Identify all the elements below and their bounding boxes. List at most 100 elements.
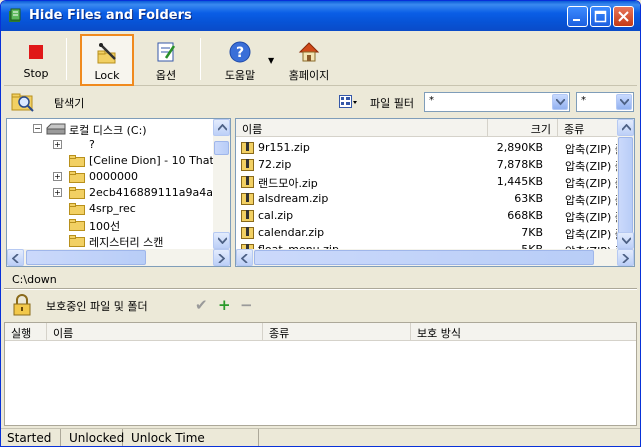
- expand-icon[interactable]: +: [53, 172, 62, 181]
- lock-icon: [13, 294, 31, 316]
- files-vertical-scrollbar[interactable]: [617, 119, 634, 249]
- file-size: 1,445KB: [496, 175, 543, 188]
- app-window: Hide Files and Folders Stop Lock 옵션 ? 도움…: [0, 0, 641, 447]
- current-path-text: C:\down: [12, 273, 57, 286]
- column-header-run[interactable]: 실행: [5, 323, 47, 341]
- zip-folder-icon: [241, 210, 254, 222]
- folder-icon: [69, 187, 85, 199]
- file-row[interactable]: cal.zip 668KB 압축(ZIP) 폴: [236, 207, 625, 224]
- chevron-down-icon[interactable]: [552, 94, 568, 110]
- zip-folder-icon: [241, 142, 254, 154]
- file-name: 72.zip: [258, 158, 292, 171]
- lock-label: Lock: [94, 69, 120, 82]
- tree-item-label: [Celine Dion] - 10 That: [89, 154, 214, 167]
- scroll-thumb[interactable]: [214, 141, 229, 155]
- file-type: 압축(ZIP) 폴: [565, 194, 625, 207]
- help-button[interactable]: ? 도움말: [212, 34, 268, 86]
- scroll-up-icon[interactable]: [213, 119, 230, 136]
- column-header-size[interactable]: 크기: [488, 119, 558, 137]
- scroll-thumb[interactable]: [618, 137, 633, 235]
- tree-item-label: ?: [89, 138, 95, 151]
- file-name: alsdream.zip: [258, 192, 329, 205]
- status-time: Unlock Time 00:01:01: [125, 429, 259, 446]
- tree-vertical-scrollbar[interactable]: [213, 119, 230, 249]
- stop-button[interactable]: Stop: [12, 34, 60, 86]
- column-header-type[interactable]: 종류: [263, 323, 411, 341]
- expand-icon[interactable]: +: [53, 140, 62, 149]
- check-icon[interactable]: ✔: [195, 296, 208, 314]
- collapse-icon[interactable]: −: [33, 124, 42, 133]
- tree-horizontal-scrollbar[interactable]: [7, 249, 230, 266]
- homepage-button[interactable]: 홈페이지: [280, 34, 338, 86]
- explorer-label: 탐색기: [54, 97, 85, 110]
- column-header-method[interactable]: 보호 방식: [411, 323, 636, 341]
- expand-icon[interactable]: +: [53, 188, 62, 197]
- title-bar[interactable]: Hide Files and Folders: [1, 1, 640, 31]
- toolbar: Stop Lock 옵션 ? 도움말 ▼ 홈페이지: [4, 32, 637, 86]
- file-filter-select[interactable]: *: [424, 92, 570, 112]
- file-size: 668KB: [507, 209, 543, 222]
- remove-icon[interactable]: −: [240, 296, 253, 314]
- toolbar-separator: [200, 38, 201, 80]
- tree-item-label: 2ecb416889111a9a4a92: [89, 186, 227, 199]
- file-list[interactable]: 이름 크기 종류 9r151.zip 2,890KB 압축(ZIP) 폴 72.…: [235, 118, 635, 267]
- column-header-name[interactable]: 이름: [47, 323, 263, 341]
- tree-item-label: 로컬 디스크 (C:): [69, 124, 147, 137]
- file-type: 압축(ZIP) 폴: [565, 143, 625, 156]
- help-dropdown-arrow-icon[interactable]: ▼: [268, 56, 274, 65]
- column-header-type[interactable]: 종류: [558, 119, 620, 137]
- zip-folder-icon: [241, 227, 254, 239]
- scroll-left-icon[interactable]: [7, 249, 24, 266]
- file-type: 압축(ZIP) 폴: [565, 160, 625, 173]
- view-mode-icon[interactable]: [339, 95, 357, 109]
- file-row[interactable]: 9r151.zip 2,890KB 압축(ZIP) 폴: [236, 139, 625, 156]
- status-lock: Unlocked: [63, 429, 124, 446]
- tree-item-label: 4srp_rec: [89, 202, 136, 215]
- scroll-down-icon[interactable]: [213, 232, 230, 249]
- scroll-up-icon[interactable]: [617, 119, 634, 136]
- column-name-label: 이름: [53, 327, 74, 340]
- scroll-right-icon[interactable]: [617, 249, 634, 266]
- file-filter-select-2[interactable]: *: [576, 92, 634, 112]
- close-button[interactable]: [613, 6, 634, 27]
- status-time-text: Unlock Time 00:01:01: [131, 431, 205, 446]
- file-name: 랜드모아.zip: [258, 177, 318, 190]
- tree-item-label: 0000000: [89, 170, 138, 183]
- scroll-thumb[interactable]: [254, 250, 594, 265]
- file-size: 7KB: [521, 226, 543, 239]
- add-icon[interactable]: +: [218, 296, 231, 314]
- close-icon: [618, 11, 629, 22]
- svg-text:?: ?: [236, 45, 244, 61]
- options-label: 옵션: [155, 69, 177, 82]
- column-type-label: 종류: [269, 327, 290, 340]
- files-horizontal-scrollbar[interactable]: [236, 249, 634, 266]
- chevron-down-icon[interactable]: [616, 94, 632, 110]
- folder-icon: [69, 155, 85, 167]
- status-bar: Started Unlocked Unlock Time 00:01:01: [1, 428, 640, 446]
- lock-button[interactable]: Lock: [80, 34, 134, 86]
- column-method-label: 보호 방식: [417, 327, 461, 340]
- folder-tree[interactable]: − 로컬 디스크 (C:) + ? [Celine Dion] - 10 Tha…: [6, 118, 231, 267]
- maximize-button[interactable]: [590, 6, 611, 27]
- file-row[interactable]: calendar.zip 7KB 압축(ZIP) 폴: [236, 224, 625, 241]
- scroll-right-icon[interactable]: [213, 249, 230, 266]
- options-button[interactable]: 옵션: [142, 34, 190, 86]
- column-name-label: 이름: [242, 123, 263, 136]
- protected-label: 보호중인 파일 및 폴더: [46, 300, 148, 313]
- tree-item-label: 레지스터리 스캔: [89, 236, 164, 249]
- column-header-name[interactable]: 이름: [236, 119, 488, 137]
- toolbar-separator: [66, 38, 67, 80]
- scroll-left-icon[interactable]: [236, 249, 253, 266]
- protected-list[interactable]: 실행 이름 종류 보호 방식: [4, 322, 637, 426]
- file-row[interactable]: 랜드모아.zip 1,445KB 압축(ZIP) 폴: [236, 173, 625, 190]
- file-row[interactable]: alsdream.zip 63KB 압축(ZIP) 폴: [236, 190, 625, 207]
- minimize-icon: [573, 19, 580, 21]
- help-label: 도움말: [224, 69, 256, 82]
- status-state: Started: [1, 429, 61, 446]
- minimize-button[interactable]: [567, 6, 588, 27]
- file-row[interactable]: 72.zip 7,878KB 압축(ZIP) 폴: [236, 156, 625, 173]
- scroll-thumb[interactable]: [26, 250, 146, 265]
- scroll-down-icon[interactable]: [617, 232, 634, 249]
- explorer-header: 탐색기 파일 필터 * *: [4, 87, 637, 117]
- file-name: 9r151.zip: [258, 141, 310, 154]
